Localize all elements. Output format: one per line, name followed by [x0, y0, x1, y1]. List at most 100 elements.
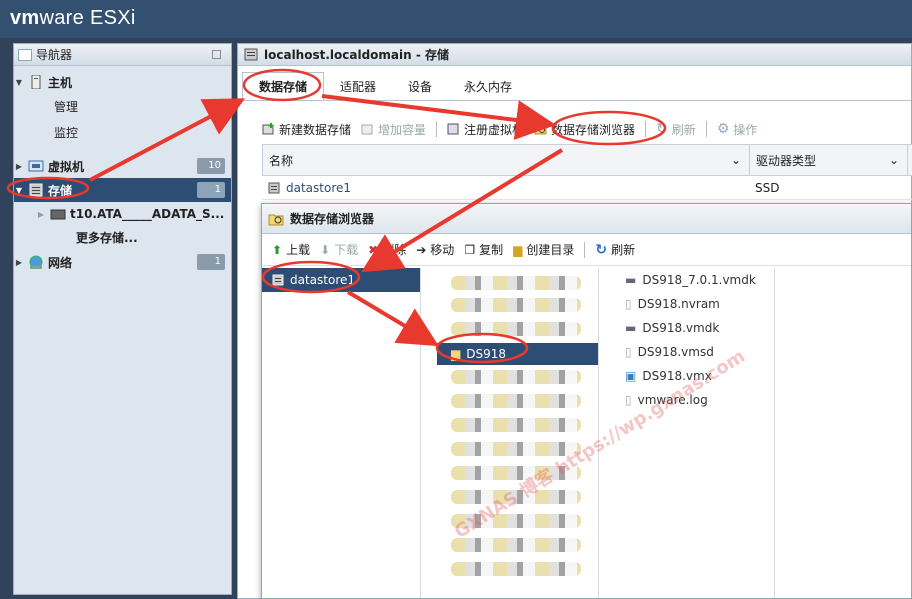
storage-panel-header: localhost.localdomain - 存储 [238, 44, 911, 66]
network-icon [29, 255, 43, 269]
nav-label-storage: 存储 [48, 183, 73, 198]
navigator-header: 导航器 [14, 44, 231, 66]
cell-drive-type: SSD [755, 180, 780, 195]
tab-adapters[interactable]: 适配器 [324, 72, 392, 100]
dialog-header: 数据存储浏览器 [262, 204, 911, 234]
move-icon: ➔ [416, 242, 427, 257]
copy-button[interactable]: ❐ 复制 [464, 241, 503, 258]
delete-button[interactable]: ✖ 删除 [368, 241, 406, 258]
file-name: DS918.nvram [637, 297, 720, 311]
folder-column: ▆ DS918 [437, 268, 599, 598]
create-directory-label: 创建目录 [526, 243, 575, 257]
blurred-folder [451, 418, 581, 432]
table-row[interactable]: datastore1 SSD [262, 176, 912, 200]
column-name-label: 名称 [269, 153, 294, 168]
chevron-down-icon[interactable]: ⌄ [731, 153, 741, 167]
column-drive-type-label: 驱动器类型 [756, 153, 817, 168]
file-icon: ▯ [625, 345, 632, 359]
move-button[interactable]: ➔ 移动 [416, 241, 454, 258]
datastore-icon [268, 182, 280, 193]
chevron-down-icon[interactable]: ⌄ [889, 153, 899, 167]
datastore-column: datastore1 [262, 268, 421, 598]
copy-label: 复制 [479, 243, 504, 257]
file-item[interactable]: ▬ DS918.vmdk [615, 316, 774, 340]
increase-capacity-button[interactable]: 增加容量 [361, 121, 426, 138]
new-datastore-button[interactable]: 新建数据存储 [262, 121, 351, 138]
datastore-browser-button[interactable]: 数据存储浏览器 [534, 121, 635, 138]
blurred-folder [451, 298, 581, 312]
browser-columns: datastore1 ▆ DS918 ▬ DS918_7.0.1.vmdk ▯ DS… [262, 268, 911, 598]
column-name[interactable]: 名称 ⌄ [263, 145, 750, 175]
file-icon: ▯ [625, 393, 632, 407]
browser-refresh-button[interactable]: ↻ 刷新 [595, 241, 635, 258]
vmx-icon: ▣ [625, 369, 637, 383]
file-name: DS918.vmsd [637, 345, 714, 359]
expand-right-icon[interactable]: ▶ [14, 162, 24, 171]
expand-down-icon[interactable]: ▼ [14, 186, 24, 195]
tab-datastores[interactable]: 数据存储 [242, 72, 325, 100]
register-vm-button[interactable]: 注册虚拟机 [447, 121, 524, 138]
file-item[interactable]: ▯ DS918.vmsd [615, 340, 774, 364]
tab-devices[interactable]: 设备 [392, 72, 448, 100]
datastore-item-label: datastore1 [290, 273, 356, 287]
delete-label: 删除 [382, 243, 407, 257]
nav-item-host[interactable]: ▼ 主机 [14, 70, 231, 94]
actions-button[interactable]: ⚙ 操作 [717, 121, 758, 138]
nav-label-host: 主机 [48, 75, 73, 90]
datastore-browser-label: 数据存储浏览器 [551, 122, 636, 137]
increase-capacity-icon [361, 124, 373, 135]
nav-item-disk[interactable]: ▶ t10.ATA_____ADATA_S... [14, 202, 231, 226]
datastore-name[interactable]: datastore1 [286, 181, 351, 195]
nav-item-network[interactable]: ▶ 网络 1 [14, 250, 231, 274]
nav-item-more-storage[interactable]: 更多存储... [14, 226, 231, 248]
datastore-table: 名称 ⌄ 驱动器类型 ⌄ datastore1 SSD [262, 144, 912, 200]
expand-down-icon[interactable]: ▼ [14, 78, 24, 87]
nav-item-monitor[interactable]: 监控 [14, 120, 231, 144]
vmware-logo: vmware ESXi [10, 7, 136, 29]
vmdk-icon: ▬ [625, 273, 637, 287]
blurred-folder [451, 538, 581, 552]
refresh-label: 刷新 [671, 122, 696, 137]
folder-item-ds918[interactable]: ▆ DS918 [437, 343, 598, 365]
new-datastore-label: 新建数据存储 [279, 122, 352, 137]
nav-item-storage[interactable]: ▼ 存储 1 [14, 178, 231, 202]
file-item[interactable]: ▯ DS918.nvram [615, 292, 774, 316]
page-title: localhost.localdomain - 存储 [264, 48, 450, 62]
download-button[interactable]: ⬇ 下载 [320, 241, 358, 258]
delete-icon: ✖ [368, 242, 379, 257]
register-vm-icon [447, 123, 459, 135]
blurred-folder [451, 562, 581, 576]
refresh-button[interactable]: ↻ 刷新 [656, 121, 696, 138]
create-directory-button[interactable]: ▆ 创建目录 [513, 241, 574, 258]
navigator-panel: 导航器 ▼ 主机 管理 监控 ▶ 虚拟机 10 ▼ 存储 1 ▶ t10.ATA… [13, 43, 232, 595]
storage-tabs: 数据存储 适配器 设备 永久内存 [242, 72, 528, 100]
cell-name: datastore1 [262, 176, 749, 199]
datastore-browser-icon [534, 125, 547, 135]
vmdk-icon: ▬ [625, 321, 637, 335]
nav-item-manage[interactable]: 管理 [14, 94, 231, 118]
network-count-badge: 1 [197, 254, 225, 270]
column-drive-type[interactable]: 驱动器类型 ⌄ [750, 145, 908, 175]
vm-icon [28, 160, 44, 172]
dialog-title: 数据存储浏览器 [290, 212, 375, 226]
upload-button[interactable]: ⬆ 上载 [272, 241, 310, 258]
nav-label-network: 网络 [48, 255, 73, 270]
folder-icon: ▆ [451, 347, 461, 361]
increase-capacity-label: 增加容量 [378, 122, 427, 137]
toolbar-separator [645, 121, 647, 137]
expand-right-icon[interactable]: ▶ [36, 210, 46, 219]
nav-item-vms[interactable]: ▶ 虚拟机 10 [14, 154, 231, 178]
expand-right-icon[interactable]: ▶ [14, 258, 24, 267]
vm-count-badge: 10 [197, 158, 225, 174]
tab-persistent-memory[interactable]: 永久内存 [448, 72, 528, 100]
storage-toolbar: 新建数据存储 增加容量 注册虚拟机 数据存储浏览器 ↻ 刷新 ⚙ 操作 [262, 118, 757, 140]
file-item[interactable]: ▬ DS918_7.0.1.vmdk [615, 268, 774, 292]
folder-plus-icon: ▆ [513, 242, 523, 257]
blurred-folder [451, 370, 581, 384]
nav-label-monitor: 监控 [54, 125, 79, 140]
host-icon [31, 75, 41, 89]
nav-label-vms: 虚拟机 [48, 159, 85, 174]
datastore-item[interactable]: datastore1 [262, 268, 420, 292]
collapse-icon[interactable] [212, 50, 221, 59]
navigator-icon [18, 48, 32, 61]
